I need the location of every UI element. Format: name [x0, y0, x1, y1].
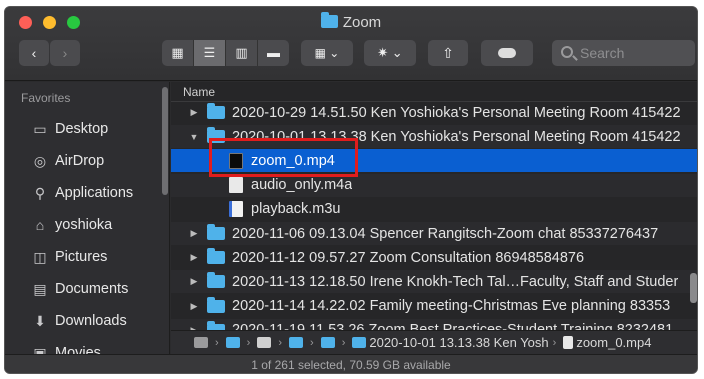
row-name: 2020-10-29 14.51.50 Ken Yoshioka's Perso… — [232, 104, 681, 121]
file-icon — [563, 336, 574, 349]
path-bar: › › › › › 2020-10-01 13.13.38 Ken Yosh ›… — [171, 330, 697, 354]
sidebar-item-applications[interactable]: ⚲ Applications — [31, 181, 133, 205]
sidebar-item-desktop[interactable]: ▭ Desktop — [31, 117, 108, 141]
disclosure-collapsed-icon[interactable]: ▶ — [187, 252, 201, 263]
chevron-right-icon: › — [215, 336, 219, 349]
search-icon — [561, 46, 573, 58]
gallery-view-button[interactable]: ▬ — [258, 40, 289, 66]
disclosure-collapsed-icon[interactable]: ▶ — [187, 301, 201, 312]
group-by-button[interactable]: ▦ ⌄ — [301, 40, 353, 66]
row-name: 2020-11-14 14.22.02 Family meeting-Chris… — [232, 298, 671, 315]
folder-icon[interactable] — [320, 337, 335, 348]
row-name: 2020-11-06 09.13.04 Spencer Rangitsch-Zo… — [232, 225, 659, 242]
sidebar-item-pictures[interactable]: ◫ Pictures — [31, 245, 107, 269]
action-gear-button[interactable]: ✷ ⌄ — [364, 40, 416, 66]
sidebar-item-downloads[interactable]: ⬇ Downloads — [31, 309, 127, 333]
list-view-button[interactable]: ☰ — [194, 40, 226, 66]
folder-row[interactable]: ▶ 2020-11-13 12.18.50 Irene Knokh-Tech Ta… — [171, 270, 697, 294]
applications-icon: ⚲ — [34, 185, 46, 201]
sidebar-scrollbar[interactable] — [162, 87, 168, 195]
column-view-button[interactable]: ▥ — [226, 40, 258, 66]
video-file-icon — [229, 152, 243, 169]
row-name: 2020-11-19 11.53.26 Zoom Best Practices-… — [232, 322, 673, 330]
folder-icon — [352, 337, 367, 348]
row-name: audio_only.m4a — [251, 177, 353, 194]
back-button[interactable]: ‹ — [19, 40, 49, 66]
file-row[interactable]: zoom_0.mp4 — [171, 149, 697, 173]
sidebar-item-label: Downloads — [55, 313, 127, 329]
sidebar-item-label: Desktop — [55, 121, 109, 137]
airdrop-icon: ◎ — [33, 153, 47, 169]
share-button[interactable]: ⇧ — [428, 40, 468, 66]
sidebar-item-label: yoshioka — [55, 217, 113, 233]
list-scrollbar[interactable] — [690, 273, 697, 303]
chevron-right-icon: › — [278, 336, 283, 349]
folder-icon — [207, 224, 225, 240]
name-column-header[interactable]: Name — [171, 82, 697, 102]
folder-row[interactable]: ▼ 2020-10-01 13.13.38 Ken Yoshioka's Pers… — [171, 125, 697, 149]
path-folder-label[interactable]: 2020-10-01 13.13.38 Ken Yosh — [369, 335, 548, 350]
disclosure-collapsed-icon[interactable]: ▶ — [187, 228, 201, 239]
chevron-right-icon: › — [552, 336, 557, 349]
folder-icon — [207, 103, 225, 119]
row-name: 2020-11-13 12.18.50 Irene Knokh-Tech Tal… — [232, 273, 679, 290]
folder-row[interactable]: ▶ 2020-11-12 09.57.27 Zoom Consultation 8… — [171, 246, 697, 269]
folder-icon[interactable] — [289, 337, 304, 348]
audio-file-icon — [229, 177, 243, 194]
status-bar: 1 of 261 selected, 70.59 GB available — [5, 354, 697, 373]
folder-icon[interactable] — [225, 337, 240, 348]
folder-icon — [320, 12, 338, 28]
folder-icon — [207, 272, 225, 289]
search-placeholder: Search — [580, 45, 625, 61]
sidebar-item-label: AirDrop — [55, 153, 105, 169]
folder-icon — [207, 248, 225, 265]
disk-icon[interactable] — [194, 337, 208, 348]
chevron-right-icon: › — [310, 336, 314, 349]
row-name: zoom_0.mp4 — [251, 152, 335, 169]
file-list: Name ▶ 2020-10-29 14.51.50 Ken Yoshioka's… — [171, 82, 697, 330]
sidebar: Favorites ▭ Desktop ◎ AirDrop ⚲ Applications ⌂… — [5, 82, 170, 361]
tag-button[interactable] — [481, 40, 533, 66]
disclosure-collapsed-icon[interactable]: ▶ — [187, 107, 201, 118]
row-name: playback.m3u — [251, 201, 341, 218]
playlist-file-icon — [229, 201, 243, 218]
sidebar-heading: Favorites — [21, 91, 71, 105]
window-title-text: Zoom — [342, 14, 382, 31]
desktop-icon: ▭ — [33, 121, 47, 137]
documents-icon: ▤ — [33, 281, 47, 297]
folder-row[interactable]: ▶ 2020-10-29 14.51.50 Ken Yoshioka's Pers… — [171, 101, 697, 124]
folder-row[interactable]: ▶2020-11-19 11.53.26 Zoom Best Practices… — [171, 318, 697, 330]
downloads-icon: ⬇ — [34, 313, 46, 329]
row-name: 2020-10-01 13.13.38 Ken Yoshioka's Perso… — [232, 128, 681, 145]
path-file-label[interactable]: zoom_0.mp4 — [576, 335, 651, 350]
sidebar-item-yoshioka[interactable]: ⌂ yoshioka — [31, 213, 112, 237]
home-icon: ⌂ — [35, 217, 45, 233]
folder-icon — [207, 296, 225, 313]
chevron-right-icon: › — [341, 336, 346, 349]
file-row[interactable]: audio_only.m4a — [171, 173, 697, 197]
row-name: 2020-11-12 09.57.27 Zoom Consultation 86… — [232, 249, 585, 266]
disclosure-expanded-icon[interactable]: ▼ — [187, 132, 201, 142]
file-row[interactable]: playback.m3u — [171, 198, 697, 221]
sidebar-item-documents[interactable]: ▤ Documents — [31, 277, 128, 301]
forward-button[interactable]: › — [50, 40, 80, 66]
chevron-right-icon: › — [246, 336, 251, 349]
finder-window: Zoom ‹ › ▦ ☰ ▥ ▬ ▦ ⌄ ✷ ⌄ ⇧ Search Favori… — [4, 6, 698, 374]
sidebar-item-airdrop[interactable]: ◎ AirDrop — [31, 149, 104, 173]
folder-row[interactable]: ▶ 2020-11-06 09.13.04 Spencer Rangitsch-Z… — [171, 222, 697, 245]
view-mode-group: ▦ ☰ ▥ ▬ — [162, 40, 289, 66]
disclosure-collapsed-icon[interactable]: ▶ — [187, 276, 201, 287]
search-field[interactable]: Search — [552, 40, 695, 66]
folder-icon — [207, 127, 225, 144]
titlebar: Zoom ‹ › ▦ ☰ ▥ ▬ ▦ ⌄ ✷ ⌄ ⇧ Search — [5, 7, 697, 81]
tag-icon — [498, 48, 516, 58]
home-icon[interactable] — [257, 337, 272, 348]
sidebar-item-label: Applications — [55, 185, 134, 201]
window-title: Zoom — [5, 12, 697, 31]
pictures-icon: ◫ — [33, 249, 47, 265]
sidebar-item-label: Pictures — [55, 249, 108, 265]
sidebar-item-label: Documents — [55, 281, 129, 297]
icon-view-button[interactable]: ▦ — [162, 40, 194, 66]
folder-row[interactable]: ▶ 2020-11-14 14.22.02 Family meeting-Chri… — [171, 295, 697, 318]
